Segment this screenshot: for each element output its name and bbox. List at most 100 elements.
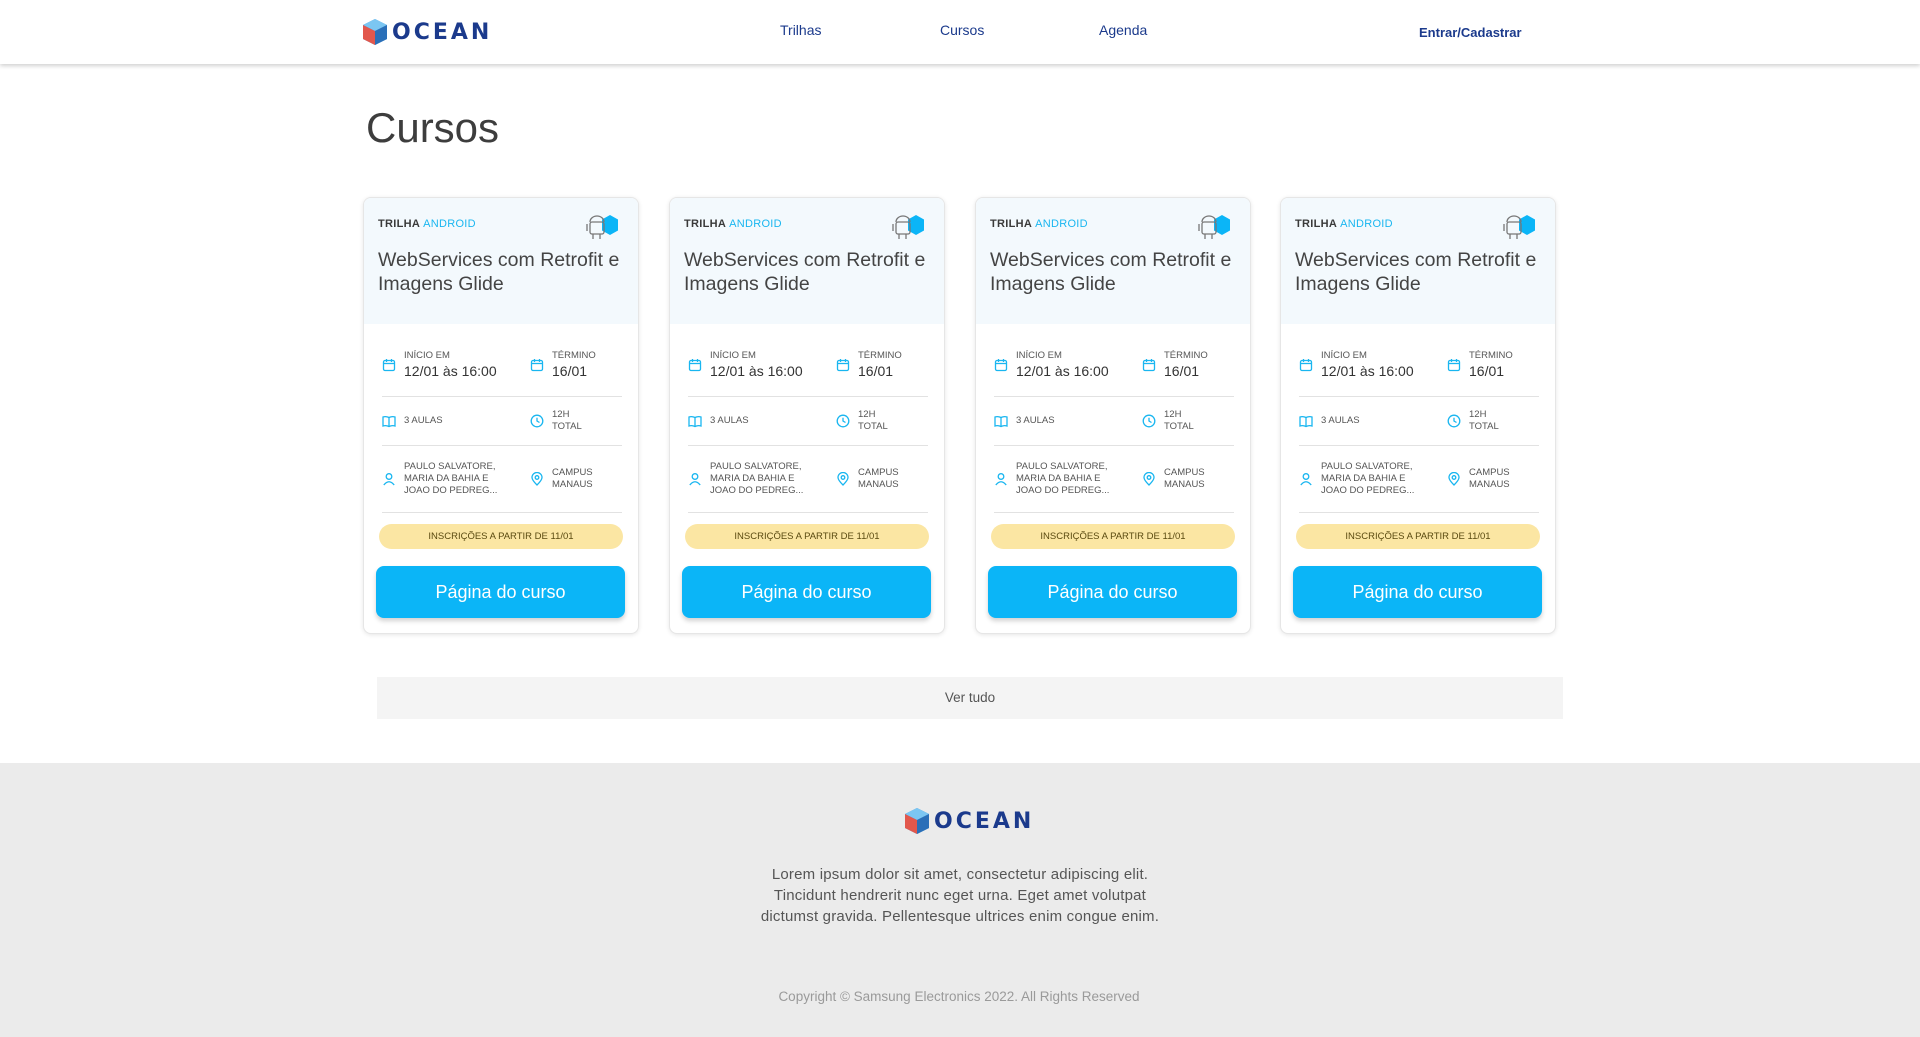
- copyright: Copyright © Samsung Electronics 2022. Al…: [0, 989, 1920, 1004]
- course-page-button[interactable]: Página do curso: [376, 566, 625, 618]
- calendar-icon: [1142, 358, 1156, 371]
- location-pin-icon: [1143, 472, 1155, 486]
- duration: 12H TOTAL: [836, 409, 888, 433]
- end-label: TÉRMINO: [858, 349, 902, 361]
- track-name: ANDROID: [423, 218, 476, 230]
- location-pin-icon: [1448, 472, 1460, 486]
- date-row: INÍCIO EM 12/01 às 16:00 TÉRMINO 16/01: [994, 333, 1234, 397]
- duration-total: TOTAL: [858, 421, 888, 432]
- track-prefix: TRILHA: [378, 218, 420, 230]
- start-date: INÍCIO EM 12/01 às 16:00: [1299, 350, 1447, 380]
- duration-total: TOTAL: [552, 421, 582, 432]
- calendar-icon: [688, 358, 702, 371]
- nav-cursos[interactable]: Cursos: [940, 22, 984, 38]
- course-page-button[interactable]: Página do curso: [682, 566, 931, 618]
- location-pin-icon: [531, 472, 543, 486]
- end-value: 16/01: [1469, 362, 1505, 379]
- course-page-button[interactable]: Página do curso: [1293, 566, 1542, 618]
- calendar-icon: [382, 358, 396, 371]
- lessons-row: 3 AULAS 12H TOTAL: [382, 397, 622, 446]
- login-register-link[interactable]: Entrar/Cadastrar: [1419, 25, 1522, 40]
- course-title: WebServices com Retrofit e Imagens Glide: [1295, 249, 1537, 295]
- end-date: TÉRMINO 16/01: [836, 350, 902, 380]
- instructors-line: PAULO SALVATORE,: [404, 461, 496, 472]
- instructors-line: JOAO DO PEDREG...: [404, 485, 498, 496]
- location-line: CAMPUS: [1469, 467, 1510, 478]
- duration: 12H TOTAL: [530, 409, 582, 433]
- android-track-icon: [892, 215, 924, 239]
- enrollment-badge: INSCRIÇÕES A PARTIR DE 11/01: [379, 524, 623, 549]
- header-logo[interactable]: OCEAN: [362, 18, 492, 46]
- logo-text: OCEAN: [934, 808, 1035, 834]
- book-icon: [382, 415, 396, 428]
- lessons-count: 3 AULAS: [404, 415, 443, 426]
- ocean-logo-icon: [905, 808, 929, 834]
- ocean-logo-icon: [363, 19, 387, 45]
- clock-icon: [1447, 414, 1461, 428]
- course-title: WebServices com Retrofit e Imagens Glide: [684, 249, 926, 295]
- instructors-line: JOAO DO PEDREG...: [710, 485, 804, 496]
- instructors: PAULO SALVATORE, MARIA DA BAHIA E JOAO D…: [382, 461, 530, 497]
- duration-hours: 12H: [1469, 409, 1487, 420]
- instructors-line: JOAO DO PEDREG...: [1016, 485, 1110, 496]
- calendar-icon: [1299, 358, 1313, 371]
- footer-logo: OCEAN: [904, 807, 1034, 835]
- date-row: INÍCIO EM 12/01 às 16:00 TÉRMINO 16/01: [1299, 333, 1539, 397]
- course-card: TRILHA ANDROID WebServices com Retrofit …: [1280, 197, 1556, 634]
- end-label: TÉRMINO: [552, 349, 596, 361]
- people-row: PAULO SALVATORE, MARIA DA BAHIA E JOAO D…: [382, 446, 622, 513]
- end-value: 16/01: [1164, 362, 1200, 379]
- location: CAMPUS MANAUS: [836, 467, 899, 491]
- book-icon: [994, 415, 1008, 428]
- calendar-icon: [994, 358, 1008, 371]
- track-prefix: TRILHA: [1295, 218, 1337, 230]
- instructors-line: MARIA DA BAHIA E: [404, 473, 489, 484]
- clock-icon: [836, 414, 850, 428]
- enrollment-badge: INSCRIÇÕES A PARTIR DE 11/01: [1296, 524, 1540, 549]
- instructors: PAULO SALVATORE, MARIA DA BAHIA E JOAO D…: [688, 461, 836, 497]
- instructors: PAULO SALVATORE, MARIA DA BAHIA E JOAO D…: [1299, 461, 1447, 497]
- user-icon: [995, 473, 1007, 486]
- duration: 12H TOTAL: [1142, 409, 1194, 433]
- end-date: TÉRMINO 16/01: [1142, 350, 1208, 380]
- lessons-row: 3 AULAS 12H TOTAL: [1299, 397, 1539, 446]
- duration: 12H TOTAL: [1447, 409, 1499, 433]
- page-title: Cursos: [366, 104, 500, 151]
- footer-description: Lorem ipsum dolor sit amet, consectetur …: [760, 866, 1160, 925]
- start-label: INÍCIO EM: [1321, 349, 1367, 361]
- start-value: 12/01 às 16:00: [404, 362, 497, 379]
- instructors-line: PAULO SALVATORE,: [1321, 461, 1413, 472]
- calendar-icon: [530, 358, 544, 371]
- book-icon: [1299, 415, 1313, 428]
- location: CAMPUS MANAUS: [1447, 467, 1510, 491]
- nav-agenda[interactable]: Agenda: [1099, 22, 1147, 38]
- start-date: INÍCIO EM 12/01 às 16:00: [994, 350, 1142, 380]
- duration-hours: 12H: [1164, 409, 1182, 420]
- instructors-line: PAULO SALVATORE,: [1016, 461, 1108, 472]
- lessons-count: 3 AULAS: [1321, 415, 1360, 426]
- date-row: INÍCIO EM 12/01 às 16:00 TÉRMINO 16/01: [688, 333, 928, 397]
- clock-icon: [530, 414, 544, 428]
- location-line: MANAUS: [858, 479, 899, 490]
- end-value: 16/01: [858, 362, 894, 379]
- nav-trilhas[interactable]: Trilhas: [780, 22, 822, 38]
- lessons: 3 AULAS: [994, 414, 1142, 428]
- lessons-row: 3 AULAS 12H TOTAL: [688, 397, 928, 446]
- location-line: CAMPUS: [1164, 467, 1205, 478]
- course-card: TRILHA ANDROID WebServices com Retrofit …: [669, 197, 945, 634]
- android-track-icon: [1503, 215, 1535, 239]
- card-header: TRILHA ANDROID WebServices com Retrofit …: [364, 198, 638, 324]
- see-all-button[interactable]: Ver tudo: [377, 677, 1563, 719]
- lessons: 3 AULAS: [688, 414, 836, 428]
- date-row: INÍCIO EM 12/01 às 16:00 TÉRMINO 16/01: [382, 333, 622, 397]
- end-value: 16/01: [552, 362, 588, 379]
- location-line: CAMPUS: [858, 467, 899, 478]
- end-date: TÉRMINO 16/01: [530, 350, 596, 380]
- start-date: INÍCIO EM 12/01 às 16:00: [688, 350, 836, 380]
- duration-hours: 12H: [552, 409, 570, 420]
- location-line: MANAUS: [1164, 479, 1205, 490]
- card-header: TRILHA ANDROID WebServices com Retrofit …: [976, 198, 1250, 324]
- course-title: WebServices com Retrofit e Imagens Glide: [378, 249, 620, 295]
- location: CAMPUS MANAUS: [530, 467, 593, 491]
- course-page-button[interactable]: Página do curso: [988, 566, 1237, 618]
